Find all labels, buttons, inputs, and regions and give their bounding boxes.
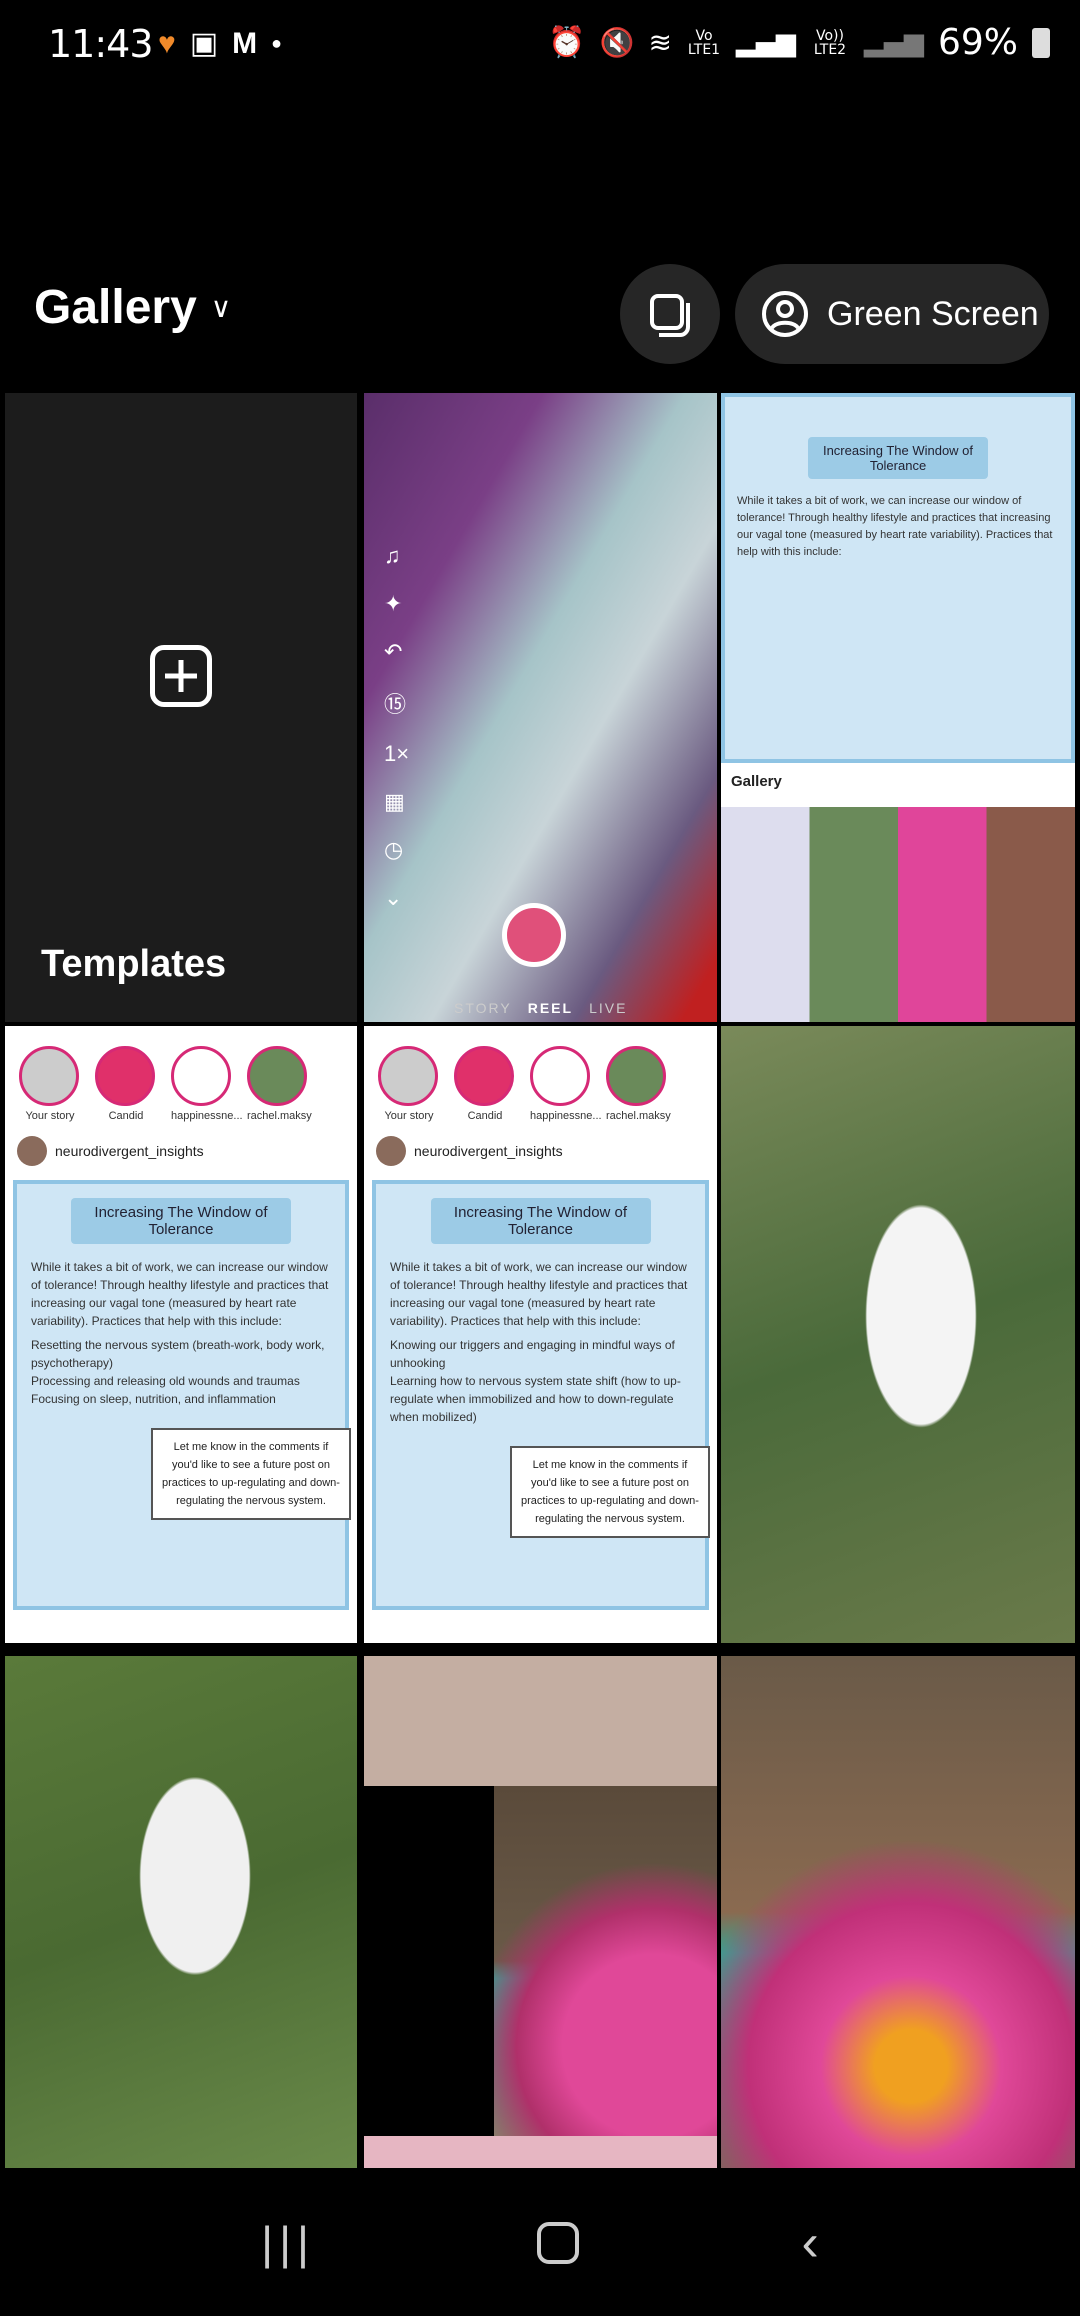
green-screen-label: Green Screen <box>827 294 1039 333</box>
story-label: Your story <box>25 1110 75 1122</box>
add-icon <box>150 645 212 708</box>
mode-live: LIVE <box>589 1000 628 1016</box>
header: Gallery ∨ Green Screen <box>0 262 1080 364</box>
post-body: While it takes a bit of work, we can inc… <box>390 1260 688 1328</box>
multi-select-button[interactable] <box>620 264 720 364</box>
media-thumbnail[interactable]: Your story Candid happinessne... rachel.… <box>364 1026 717 1643</box>
battery-percent: 69% <box>937 22 1018 63</box>
media-thumbnail[interactable] <box>721 1656 1075 2168</box>
recents-icon[interactable]: ||| <box>261 2216 315 2270</box>
signal-icon: ▂▄▆ <box>735 27 796 58</box>
sim2-label: Vo)) LTE2 <box>813 27 847 58</box>
story-label: rachel.maksy <box>606 1110 671 1122</box>
media-thumbnail[interactable]: Increasing The Window of Tolerance While… <box>721 393 1075 1022</box>
post-body: While it takes a bit of work, we can inc… <box>31 1260 329 1328</box>
story-label: Your story <box>384 1110 434 1122</box>
sim1-label: Vo LTE1 <box>687 27 721 58</box>
mode-story: STORY <box>454 1000 512 1016</box>
system-nav-bar: ||| ‹ <box>0 2170 1080 2316</box>
back-icon[interactable]: ‹ <box>802 2213 819 2273</box>
media-thumbnail[interactable] <box>721 1026 1075 1643</box>
page-title: Gallery <box>34 281 197 334</box>
story-label: rachel.maksy <box>247 1110 312 1122</box>
mode-reel: REEL <box>527 1000 574 1016</box>
media-thumbnail[interactable]: Your story Candid happinessne... rachel.… <box>5 1026 357 1643</box>
dot-icon: ● <box>271 33 283 53</box>
gallery-dropdown[interactable]: Gallery ∨ <box>34 280 231 335</box>
home-icon[interactable] <box>537 2222 580 2264</box>
bullet: Knowing our triggers and engaging in min… <box>390 1338 675 1370</box>
signal-icon: ▂▄▆ <box>863 27 924 58</box>
battery-icon <box>1032 27 1050 58</box>
post-cta: Let me know in the comments if you'd lik… <box>151 1428 351 1520</box>
heart-app-icon: ♥ <box>158 26 176 60</box>
templates-tile[interactable]: Templates <box>5 393 357 1022</box>
multi-select-icon <box>650 294 690 337</box>
bullet: Learning how to nervous system state shi… <box>390 1374 681 1424</box>
post-title: Increasing The Window of Tolerance <box>430 1198 651 1244</box>
bullet: Focusing on sleep, nutrition, and inflam… <box>31 1392 276 1406</box>
status-bar: 11:43 ♥ ▣ M ● ⏰ 🔇 ≋ Vo LTE1 ▂▄▆ Vo)) LTE… <box>0 0 1080 90</box>
gmail-icon: M <box>232 26 258 60</box>
post-title: Increasing The Window of Tolerance <box>808 437 988 479</box>
gallery-icon: ▣ <box>189 27 219 60</box>
record-button <box>502 903 566 967</box>
green-screen-button[interactable]: Green Screen <box>735 264 1049 364</box>
post-title: Increasing The Window of Tolerance <box>71 1198 291 1244</box>
story-label: Candid <box>467 1110 503 1122</box>
alarm-icon: ⏰ <box>548 25 586 60</box>
story-label: happinessne... <box>530 1110 602 1122</box>
post-body: While it takes a bit of work, we can inc… <box>737 495 1053 558</box>
clock: 11:43 <box>48 22 154 66</box>
user-circle-icon <box>762 291 808 337</box>
templates-label: Templates <box>41 943 227 985</box>
mute-icon: 🔇 <box>599 26 635 59</box>
mini-gallery-title: Gallery <box>721 763 1075 807</box>
media-thumbnail[interactable] <box>364 1656 717 2168</box>
post-username: neurodivergent_insights <box>55 1143 204 1159</box>
story-label: happinessne... <box>171 1110 243 1122</box>
post-username: neurodivergent_insights <box>414 1143 563 1159</box>
bullet: Processing and releasing old wounds and … <box>31 1374 300 1388</box>
media-thumbnail[interactable] <box>5 1656 357 2168</box>
camera-tools: ♫ ✦ ↶ ⑮ 1× ▦ ◷ ⌄ <box>384 543 410 910</box>
chevron-down-icon: ∨ <box>210 292 232 323</box>
bullet: Resetting the nervous system (breath-wor… <box>31 1338 325 1370</box>
post-cta: Let me know in the comments if you'd lik… <box>510 1446 710 1538</box>
media-thumbnail[interactable]: ♫ ✦ ↶ ⑮ 1× ▦ ◷ ⌄ STORY REEL LIVE <box>364 393 717 1022</box>
wifi-icon: ≋ <box>648 26 672 59</box>
story-label: Candid <box>108 1110 144 1122</box>
